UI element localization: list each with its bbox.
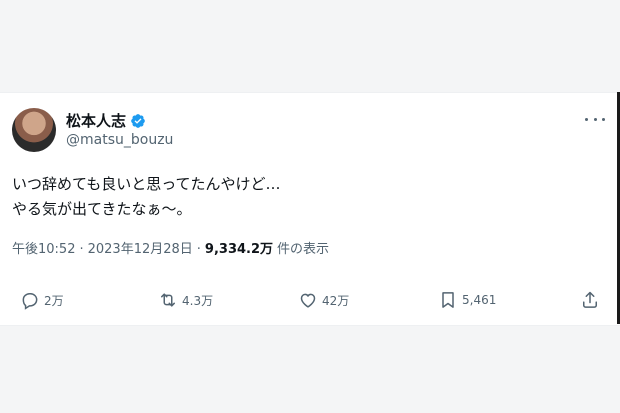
bookmark-button[interactable]: 5,461 xyxy=(438,290,496,310)
like-count: 42万 xyxy=(322,293,350,308)
repost-icon xyxy=(161,293,175,307)
tweet-meta: 午後10:52 · 2023年12月28日 · 9,334.2万 件の表示 xyxy=(12,238,329,257)
author-name-row: 松本人志 xyxy=(66,110,146,131)
reply-icon xyxy=(22,293,38,310)
verified-badge-icon xyxy=(131,113,145,128)
tweet-time[interactable]: 午後10:52 xyxy=(12,238,75,257)
display-name[interactable]: 松本人志 xyxy=(66,110,126,131)
like-button[interactable]: 42万 xyxy=(298,290,349,310)
reply-count: 2万 xyxy=(44,293,64,308)
reply-button[interactable]: 2万 xyxy=(20,290,64,310)
share-icon xyxy=(583,291,597,308)
repost-button[interactable]: 4.3万 xyxy=(158,290,213,310)
tweet-line: やる気が出てきたなぁ～。 xyxy=(12,200,192,218)
action-bar: 2万 4.3万 42万 5,461 xyxy=(0,290,620,314)
more-options-icon[interactable] xyxy=(585,112,605,126)
heart-icon xyxy=(300,293,316,308)
view-count: 9,334.2万 xyxy=(204,242,274,257)
repost-count: 4.3万 xyxy=(182,293,214,308)
avatar[interactable] xyxy=(12,108,56,152)
tweet-text: いつ辞めても良いと思ってたんやけど… やる気が出てきたなぁ～。 xyxy=(12,172,281,222)
meta-separator: · xyxy=(196,242,201,257)
tweet-line: いつ辞めても良いと思ってたんやけど… xyxy=(12,175,281,193)
meta-separator: · xyxy=(79,242,84,257)
tweet-date[interactable]: 2023年12月28日 xyxy=(88,238,193,257)
bookmark-count: 5,461 xyxy=(462,293,497,307)
user-handle[interactable]: @matsu_bouzu xyxy=(66,132,173,148)
share-button[interactable] xyxy=(580,290,600,310)
view-count-label: 件の表示 xyxy=(277,242,330,257)
bookmark-icon xyxy=(442,292,454,308)
